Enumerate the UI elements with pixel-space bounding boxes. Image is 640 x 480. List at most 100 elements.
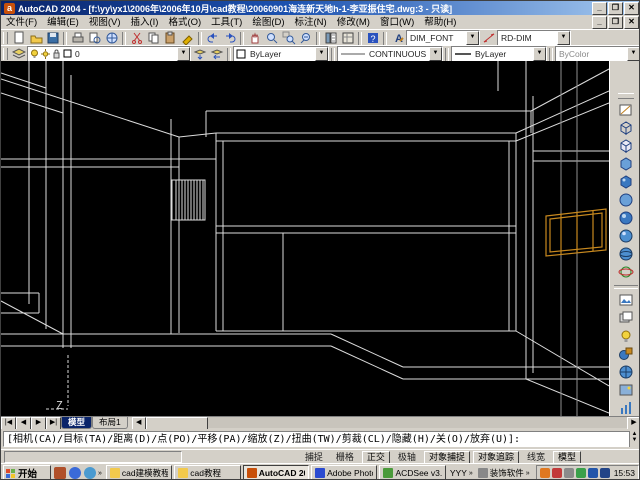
menu-dimension[interactable]: 标注(N) bbox=[290, 16, 332, 29]
toggle-otrack[interactable]: 对象追踪 bbox=[472, 450, 519, 464]
flat-shaded-icon[interactable] bbox=[616, 155, 636, 172]
toolbar-grip[interactable] bbox=[618, 93, 634, 99]
sphere-edges-icon[interactable] bbox=[616, 245, 636, 262]
toolbar-overflow-icon[interactable]: » bbox=[526, 470, 530, 477]
taskbar-toolbar-yyy[interactable]: YYY bbox=[450, 468, 467, 478]
quick-launch-1[interactable] bbox=[54, 467, 66, 479]
tray-icon-4[interactable] bbox=[575, 468, 586, 478]
toggle-model[interactable]: 模型 bbox=[552, 450, 581, 464]
flat-shaded-edges-on-icon[interactable] bbox=[616, 191, 636, 208]
statistics-icon[interactable] bbox=[616, 399, 636, 416]
layer-previous-icon[interactable] bbox=[208, 47, 225, 61]
zoom-realtime-icon[interactable] bbox=[263, 31, 280, 45]
layer-combo[interactable]: 0 ▼ bbox=[27, 46, 191, 62]
chevron-down-icon[interactable]: ▼ bbox=[557, 31, 570, 45]
close-button[interactable]: ✕ bbox=[624, 1, 639, 15]
3d-orbit-icon[interactable] bbox=[616, 263, 636, 280]
gouraud-shaded-icon[interactable] bbox=[616, 173, 636, 190]
render-icon[interactable] bbox=[616, 291, 636, 308]
open-icon[interactable] bbox=[27, 31, 44, 45]
scenes-icon[interactable] bbox=[616, 309, 636, 326]
restore-button[interactable]: ❐ bbox=[608, 1, 623, 15]
toggle-ortho[interactable]: 正交 bbox=[361, 450, 390, 464]
chevron-down-icon[interactable]: ▼ bbox=[315, 47, 328, 61]
toggle-polar[interactable]: 极轴 bbox=[393, 451, 421, 464]
menu-format[interactable]: 格式(O) bbox=[163, 16, 206, 29]
toggle-grid[interactable]: 栅格 bbox=[331, 451, 359, 464]
minimize-button[interactable]: _ bbox=[592, 1, 607, 15]
zoom-window-icon[interactable] bbox=[280, 31, 297, 45]
print-preview-icon[interactable] bbox=[86, 31, 103, 45]
3d-wireframe-icon[interactable] bbox=[616, 119, 636, 136]
menu-view[interactable]: 视图(V) bbox=[84, 16, 126, 29]
menu-insert[interactable]: 插入(I) bbox=[125, 16, 163, 29]
tab-layout1[interactable]: 布局1 bbox=[92, 417, 128, 429]
quick-launch-overflow-icon[interactable]: » bbox=[98, 470, 102, 477]
redo-icon[interactable] bbox=[221, 31, 238, 45]
linetype-combo[interactable]: CONTINUOUS ▼ bbox=[337, 46, 443, 62]
sphere-shaded-icon[interactable] bbox=[616, 227, 636, 244]
gouraud-shaded-edges-on-icon[interactable] bbox=[616, 209, 636, 226]
chevron-down-icon[interactable]: ▼ bbox=[533, 47, 546, 61]
start-button[interactable]: 开始 bbox=[3, 465, 51, 479]
menu-draw[interactable]: 绘图(D) bbox=[247, 16, 289, 29]
horizontal-scrollbar[interactable]: ◀ ▶ bbox=[131, 417, 639, 430]
tray-icon-3[interactable] bbox=[563, 468, 574, 478]
zoom-previous-icon[interactable] bbox=[297, 31, 314, 45]
layer-properties-manager-icon[interactable] bbox=[10, 47, 27, 61]
toolbar-grip[interactable] bbox=[3, 48, 8, 60]
drawing-viewport[interactable]: Z bbox=[1, 61, 610, 416]
taskbar-toolbar-decor[interactable]: 装饰软件 bbox=[490, 467, 524, 479]
chevron-down-icon[interactable]: ▼ bbox=[466, 31, 479, 45]
menu-file[interactable]: 文件(F) bbox=[1, 16, 42, 29]
quick-launch-2[interactable] bbox=[69, 467, 81, 479]
print-icon[interactable] bbox=[69, 31, 86, 45]
cut-icon[interactable] bbox=[128, 31, 145, 45]
designcenter-icon[interactable] bbox=[339, 31, 356, 45]
publish-icon[interactable] bbox=[103, 31, 120, 45]
doc-minimize-button[interactable]: _ bbox=[592, 15, 607, 29]
toggle-snap[interactable]: 捕捉 bbox=[300, 451, 328, 464]
menu-window[interactable]: 窗口(W) bbox=[375, 16, 419, 29]
copy-icon[interactable] bbox=[145, 31, 162, 45]
menu-edit[interactable]: 编辑(E) bbox=[42, 16, 84, 29]
autocad-app-icon[interactable]: a bbox=[4, 2, 15, 14]
taskbar-window-autocad[interactable]: AutoCAD 200... bbox=[242, 465, 310, 479]
tray-icon-5[interactable] bbox=[587, 468, 598, 478]
background-icon[interactable] bbox=[616, 381, 636, 398]
dim-style-combo[interactable]: RD-DIM ▼ bbox=[497, 30, 571, 46]
quick-launch-3[interactable] bbox=[84, 467, 96, 479]
new-icon[interactable] bbox=[10, 31, 27, 45]
taskbar-window-acdsee[interactable]: ACDSee v3.1... bbox=[379, 465, 446, 479]
hidden-icon[interactable] bbox=[616, 137, 636, 154]
lineweight-combo[interactable]: ByLayer ▼ bbox=[451, 46, 547, 62]
toolbar-overflow-icon[interactable]: » bbox=[469, 470, 473, 477]
doc-close-button[interactable]: ✕ bbox=[624, 15, 639, 29]
chevron-down-icon[interactable]: ▼ bbox=[429, 47, 442, 61]
taskbar-window-cad-modeling-tutorial[interactable]: cad建模教程... bbox=[105, 465, 173, 479]
toolbar-grip[interactable] bbox=[3, 32, 8, 44]
chevron-down-icon[interactable]: ▼ bbox=[177, 47, 190, 61]
tray-icon-6[interactable] bbox=[599, 468, 610, 478]
toggle-lineweight[interactable]: 线宽 bbox=[522, 451, 550, 464]
2d-wireframe-icon[interactable] bbox=[616, 101, 636, 118]
save-icon[interactable] bbox=[44, 31, 61, 45]
make-object-layer-current-icon[interactable] bbox=[191, 47, 208, 61]
properties-icon[interactable] bbox=[322, 31, 339, 45]
command-input[interactable]: [相机(CA)/目标(TA)/距离(D)/点(PO)/平移(PA)/缩放(Z)/… bbox=[3, 431, 631, 447]
match-properties-icon[interactable] bbox=[179, 31, 196, 45]
text-style-combo[interactable]: DIM_FONT ▼ bbox=[406, 30, 480, 46]
tray-icon-1[interactable] bbox=[539, 468, 550, 478]
menu-tools[interactable]: 工具(T) bbox=[206, 16, 247, 29]
tab-model[interactable]: 模型 bbox=[61, 417, 93, 429]
undo-icon[interactable] bbox=[204, 31, 221, 45]
pan-realtime-icon[interactable] bbox=[246, 31, 263, 45]
command-scrollbar[interactable]: ▲ ▼ bbox=[629, 431, 639, 447]
toggle-osnap[interactable]: 对象捕捉 bbox=[423, 450, 470, 464]
mapping-icon[interactable] bbox=[616, 363, 636, 380]
menu-help[interactable]: 帮助(H) bbox=[419, 16, 461, 29]
doc-restore-button[interactable]: ❐ bbox=[608, 15, 623, 29]
color-combo[interactable]: ByLayer ▼ bbox=[233, 46, 329, 62]
taskbar-window-cad-tutorial[interactable]: cad教程 bbox=[174, 465, 241, 479]
lights-icon[interactable] bbox=[616, 327, 636, 344]
